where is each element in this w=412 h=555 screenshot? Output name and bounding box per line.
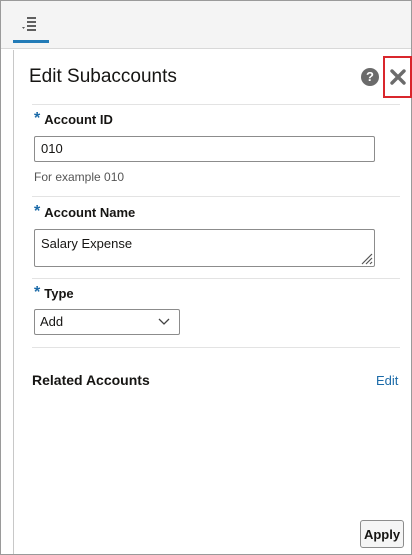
panel-title: Edit Subaccounts [29, 66, 177, 87]
account-id-label-text: Account ID [44, 112, 113, 127]
divider [32, 104, 400, 105]
account-id-label: * Account ID [34, 110, 113, 129]
help-icon[interactable]: ? [361, 68, 379, 86]
chevron-down-icon [158, 318, 170, 325]
apply-button[interactable]: Apply [360, 520, 404, 548]
account-name-input[interactable]: Salary Expense [34, 229, 375, 267]
close-button[interactable] [383, 56, 412, 98]
list-menu-icon [22, 17, 36, 31]
required-marker: * [34, 203, 41, 220]
divider [32, 196, 400, 197]
account-name-label-text: Account Name [44, 205, 136, 220]
type-label: * Type [34, 284, 74, 303]
required-marker: * [34, 284, 41, 301]
type-select[interactable]: Add [34, 309, 180, 335]
required-marker: * [34, 110, 41, 127]
active-tab-indicator [13, 40, 49, 43]
account-id-input[interactable]: 010 [34, 136, 375, 162]
account-name-value: Salary Expense [41, 236, 133, 251]
divider [32, 278, 400, 279]
divider [32, 347, 400, 348]
edit-subaccounts-panel: Edit Subaccounts ? * Account ID 010 For e… [13, 50, 412, 554]
type-label-text: Type [44, 286, 74, 301]
account-id-hint: For example 010 [34, 170, 125, 184]
related-accounts-title: Related Accounts [32, 372, 150, 388]
type-select-value: Add [40, 314, 64, 329]
top-toolbar [1, 1, 411, 49]
close-icon [389, 69, 406, 85]
panel-tab[interactable] [13, 11, 49, 43]
resize-grip-icon[interactable] [359, 251, 373, 265]
related-accounts-edit-link[interactable]: Edit [376, 373, 398, 388]
window-frame: Edit Subaccounts ? * Account ID 010 For e… [0, 0, 412, 555]
account-name-label: * Account Name [34, 203, 136, 222]
